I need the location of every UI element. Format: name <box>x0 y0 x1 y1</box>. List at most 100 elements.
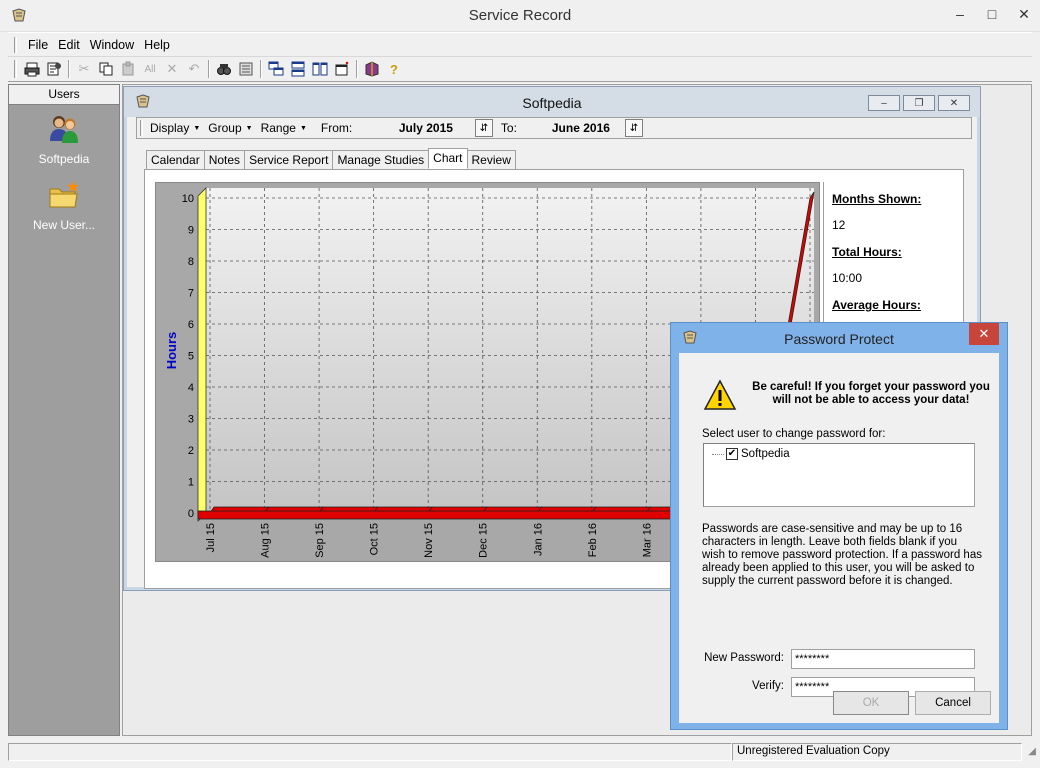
warning-text: Be careful! If you forget your password … <box>752 381 990 406</box>
y-tick-label: 4 <box>188 382 194 394</box>
new-window-icon[interactable] <box>331 58 353 80</box>
minimize-icon[interactable]: – <box>868 95 900 111</box>
y-tick-label: 6 <box>188 319 194 331</box>
range-dropdown[interactable]: Range ▼ <box>259 121 313 135</box>
y-tick-label: 10 <box>182 193 194 205</box>
close-icon[interactable]: ✕ <box>1008 0 1040 28</box>
months-shown-label: Months Shown: <box>832 192 922 206</box>
dropdown-arrow-icon: ▼ <box>193 124 201 132</box>
tab-strip: Calendar Notes Service Report Manage Stu… <box>146 148 516 169</box>
from-date-picker-icon[interactable]: ⇵ <box>474 119 493 137</box>
x-tick-label: Feb 16 <box>587 523 599 557</box>
x-tick-label: Nov 15 <box>423 523 435 558</box>
chart-side-wall <box>197 187 207 522</box>
filter-grip[interactable] <box>140 120 143 136</box>
x-tick-label: Jan 16 <box>532 523 544 556</box>
toolbar: ✂ All ✕ ↶ ? <box>8 56 1032 82</box>
resize-grip-icon[interactable]: ◢ <box>1028 746 1036 757</box>
tab-chart[interactable]: Chart <box>428 148 468 169</box>
tab-calendar[interactable]: Calendar <box>146 150 205 169</box>
select-all-button[interactable]: All <box>139 58 161 80</box>
user-window-title: Softpedia <box>522 95 582 111</box>
filter-bar: Display ▼ Group ▼ Range ▼ From: July 2015 ⇵… <box>136 117 972 139</box>
sidebar-item-label: Softpedia <box>38 152 90 166</box>
new-password-label: New Password: <box>704 652 784 664</box>
book-icon[interactable] <box>361 58 383 80</box>
toolbar-separator <box>356 60 358 78</box>
display-dropdown[interactable]: Display ▼ <box>148 121 206 135</box>
help-icon[interactable]: ? <box>383 58 405 80</box>
y-tick-label: 9 <box>188 225 194 237</box>
toolbar-separator <box>208 60 210 78</box>
y-tick-label: 5 <box>188 351 194 363</box>
total-hours-value: 10:00 <box>832 271 863 285</box>
new-password-field[interactable] <box>791 649 975 669</box>
menu-grip[interactable] <box>14 36 17 53</box>
title-bar: Service Record – □ ✕ <box>0 0 1040 32</box>
find-replace-icon[interactable] <box>235 58 257 80</box>
toolbar-grip[interactable] <box>14 60 17 78</box>
menu-file[interactable]: File <box>23 36 53 54</box>
dropdown-arrow-icon: ▼ <box>245 124 253 132</box>
cancel-button[interactable]: Cancel <box>915 691 991 715</box>
status-left-pane <box>8 743 732 761</box>
select-user-label: Select user to change password for: <box>702 428 886 440</box>
sidebar-item-new-user[interactable]: New User... <box>9 179 119 232</box>
user-checkbox[interactable]: ✔ <box>726 448 738 460</box>
tree-connector <box>712 453 724 455</box>
to-date-picker-icon[interactable]: ⇵ <box>624 119 643 137</box>
menu-edit[interactable]: Edit <box>53 36 85 54</box>
sidebar-item-softpedia[interactable]: Softpedia <box>9 113 119 166</box>
find-icon[interactable] <box>213 58 235 80</box>
new-folder-icon <box>49 181 79 208</box>
tile-horizontal-icon[interactable] <box>287 58 309 80</box>
tree-item-label: Softpedia <box>741 448 790 460</box>
paste-icon[interactable] <box>117 58 139 80</box>
x-tick-label: Sep 15 <box>314 523 326 558</box>
x-tick-label: Oct 15 <box>369 523 381 555</box>
minimize-icon[interactable]: – <box>944 0 976 28</box>
close-icon[interactable]: ✕ <box>969 323 999 345</box>
cascade-icon[interactable] <box>265 58 287 80</box>
tree-item-softpedia[interactable]: ✔ Softpedia <box>712 448 790 460</box>
x-tick-label: Jul 15 <box>205 523 217 552</box>
restore-icon[interactable]: ❐ <box>903 95 935 111</box>
y-tick-label: 0 <box>188 508 194 520</box>
dropdown-arrow-icon: ▼ <box>299 124 307 132</box>
password-dialog: Password Protect ✕ Be careful! If you fo… <box>670 322 1008 730</box>
ok-button[interactable]: OK <box>833 691 909 715</box>
toolbar-separator <box>260 60 262 78</box>
maximize-icon[interactable]: □ <box>976 0 1008 28</box>
from-label: From: <box>320 121 353 135</box>
delete-icon[interactable]: ✕ <box>161 58 183 80</box>
tab-notes[interactable]: Notes <box>203 150 246 169</box>
y-tick-label: 1 <box>188 477 194 489</box>
user-window-titlebar[interactable]: Softpedia – ❐ ✕ <box>124 87 980 117</box>
y-tick-label: 3 <box>188 414 194 426</box>
tab-review[interactable]: Review <box>466 150 516 169</box>
tab-manage-studies[interactable]: Manage Studies <box>332 150 430 169</box>
cut-icon[interactable]: ✂ <box>73 58 95 80</box>
tile-vertical-icon[interactable] <box>309 58 331 80</box>
user-tree[interactable]: ✔ Softpedia <box>703 443 975 507</box>
total-hours-label: Total Hours: <box>832 245 902 259</box>
menu-window[interactable]: Window <box>85 36 139 54</box>
to-label: To: <box>500 121 517 135</box>
tab-service-report[interactable]: Service Report <box>244 150 334 169</box>
range-label: Range <box>260 121 296 135</box>
group-dropdown[interactable]: Group ▼ <box>206 121 258 135</box>
users-sidebar: Users Softpedia New User... <box>8 84 120 736</box>
menu-bar: File Edit Window Help <box>8 32 1032 56</box>
users-header[interactable]: Users <box>9 85 119 105</box>
menu-help[interactable]: Help <box>139 36 175 54</box>
dialog-titlebar[interactable]: Password Protect ✕ <box>671 323 1007 353</box>
status-bar: Unregistered Evaluation Copy ◢ <box>0 740 1040 768</box>
close-icon[interactable]: ✕ <box>938 95 970 111</box>
x-tick-label: Aug 15 <box>260 523 272 558</box>
users-icon <box>50 116 78 143</box>
undo-icon[interactable]: ↶ <box>183 58 205 80</box>
print-icon[interactable] <box>21 58 43 80</box>
from-value: July 2015 <box>398 121 453 135</box>
print-setup-icon[interactable] <box>43 58 65 80</box>
copy-icon[interactable] <box>95 58 117 80</box>
